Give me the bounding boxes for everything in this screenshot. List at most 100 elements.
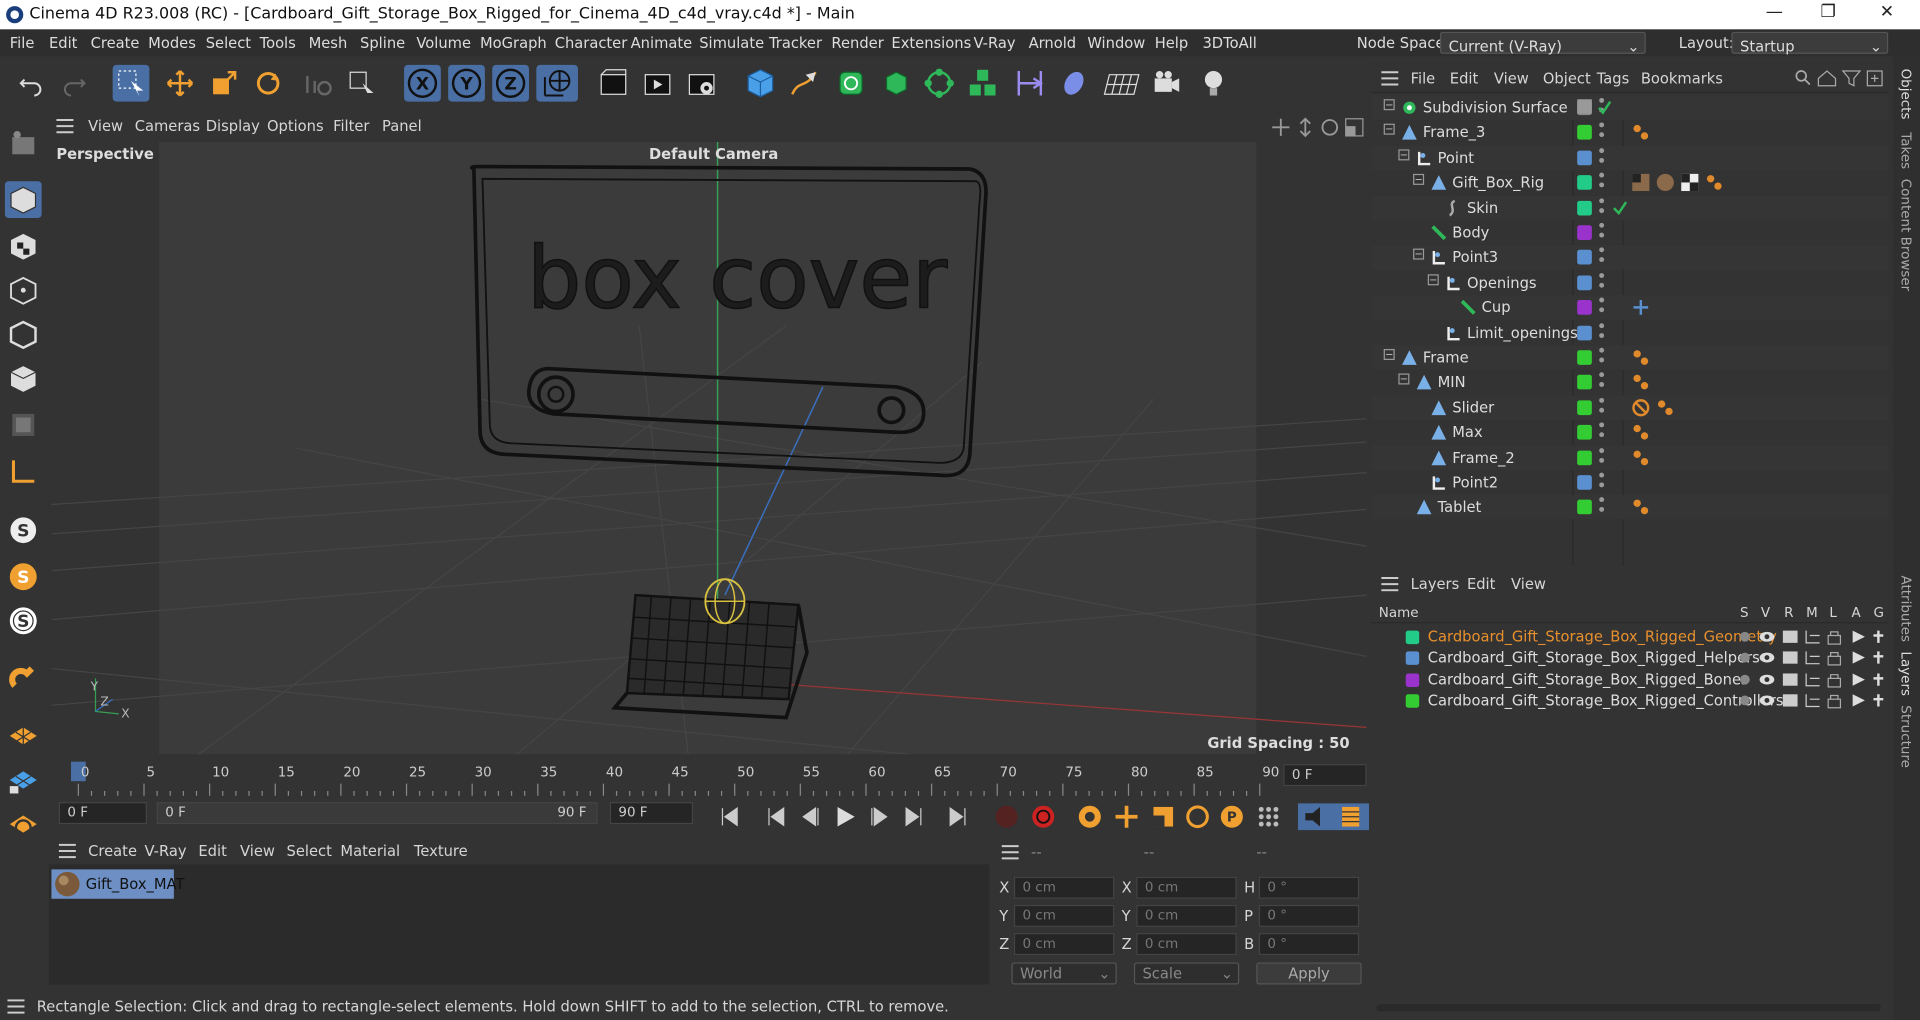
render-visibility-dot[interactable] [1599,407,1605,413]
cube-icon[interactable] [742,65,779,102]
snap-workplane-icon[interactable]: S [5,602,42,639]
layer-color-swatch[interactable] [1405,673,1420,687]
tab-structure[interactable]: Structure [1898,705,1914,768]
collapse-toggle-icon[interactable]: − [1398,373,1410,385]
layer-color-swatch[interactable] [1577,475,1592,490]
layer-color-swatch[interactable] [1577,200,1592,216]
menu-mesh[interactable]: Mesh [309,34,348,51]
render-visibility-dot[interactable] [1599,207,1605,213]
menu-animate[interactable]: Animate [631,34,693,51]
collapse-toggle-icon[interactable]: − [1383,124,1395,136]
end-frame-field[interactable]: 90 F [609,802,694,825]
layer-color-swatch[interactable] [1577,250,1592,265]
redo-icon[interactable] [56,65,93,102]
world-coordinates-icon[interactable] [536,64,578,102]
material-menu-view[interactable]: View [240,842,275,859]
render-visibility-dot[interactable] [1599,457,1605,463]
tab-content-browser[interactable]: Content Browser [1898,179,1914,291]
hamburger-icon[interactable] [7,999,25,1014]
object-row[interactable]: − Openings [1371,270,1888,294]
z-axis-icon[interactable]: Z [492,64,529,102]
layer-row[interactable]: Cardboard_Gift_Storage_Box_Rigged_Helper… [1371,648,1888,669]
constraint-tag-icon[interactable] [1631,423,1651,443]
editor-visibility-dot[interactable] [1599,347,1605,353]
constraint-tag-icon[interactable] [1656,398,1676,418]
object-menu-bookmarks[interactable]: Bookmarks [1641,70,1723,87]
menu-file[interactable]: File [10,34,35,51]
material-tag-icon[interactable] [1656,173,1676,193]
extrude-icon[interactable] [877,65,914,102]
ik-tag-icon[interactable] [1631,298,1651,318]
minimize-icon[interactable]: — [1761,2,1788,26]
tab-takes[interactable]: Takes [1898,132,1914,169]
scale-icon[interactable] [206,65,243,102]
material-menu-vray[interactable]: V-Ray [144,842,186,859]
collapse-toggle-icon[interactable]: − [1383,348,1395,361]
object-row[interactable]: − MIN [1371,370,1888,394]
texture-mode-icon[interactable] [5,228,42,265]
editor-visibility-dot[interactable] [1599,247,1605,253]
editor-visibility-dot[interactable] [1599,372,1605,378]
viewport-menu-display[interactable]: Display [206,118,260,135]
object-menu-tags[interactable]: Tags [1597,70,1630,87]
layer-toggles[interactable] [1736,671,1888,689]
menu-window[interactable]: Window [1087,34,1145,51]
collapse-toggle-icon[interactable]: − [1427,274,1439,286]
rotate-icon[interactable] [250,65,287,102]
material-menu-texture[interactable]: Texture [414,842,468,859]
hamburger-icon[interactable] [1001,845,1019,860]
menu-tools[interactable]: Tools [260,34,296,51]
layer-color-swatch[interactable] [1577,225,1592,241]
tab-layers[interactable]: Layers [1898,651,1914,696]
object-row[interactable]: Max [1371,420,1888,444]
material-menu-edit[interactable]: Edit [198,842,226,859]
editor-visibility-dot[interactable] [1599,472,1605,478]
collapse-toggle-icon[interactable]: − [1413,249,1425,261]
layer-toggles[interactable] [1736,649,1888,667]
size-z-field[interactable]: 0 cm [1136,933,1237,956]
menu-tracker[interactable]: Tracker [769,34,822,51]
constraint-tag-icon[interactable] [1631,123,1651,143]
object-row[interactable]: Frame_2 [1371,445,1889,470]
render-visibility-dot[interactable] [1599,232,1605,238]
menu-render[interactable]: Render [831,34,883,51]
live-selection-icon[interactable] [343,65,380,102]
layer-color-swatch[interactable] [1577,150,1592,166]
layer-color-swatch[interactable] [1577,275,1592,290]
material-menu-create[interactable]: Create [88,842,137,859]
zoom-view-icon[interactable] [1296,117,1316,138]
editor-visibility-dot[interactable] [1599,297,1605,303]
light-icon[interactable] [1195,65,1232,102]
rectangle-selection-icon[interactable] [112,64,150,102]
render-visibility-dot[interactable] [1599,132,1605,138]
rotation-h-field[interactable]: 0 ° [1258,876,1360,899]
viewport-menu-cameras[interactable]: Cameras [135,118,200,135]
menu-create[interactable]: Create [91,34,140,51]
undo-icon[interactable] [12,65,49,102]
editor-visibility-dot[interactable] [1599,172,1605,178]
layer-menu-layers[interactable]: Layers [1411,576,1460,593]
coord-system-select[interactable]: World ⌄ [1011,962,1117,985]
3d-viewport[interactable]: box cover Y Z X Perspective Default Came… [51,142,1367,755]
constraint-tag-icon[interactable] [1631,498,1651,518]
layer-color-swatch[interactable] [1577,125,1592,141]
object-menu-edit[interactable]: Edit [1450,70,1478,87]
object-row[interactable]: Cup [1371,295,1889,320]
menu-vray[interactable]: V-Ray [973,34,1015,51]
hamburger-icon[interactable] [58,843,76,859]
locked-workplane-icon[interactable] [5,762,42,799]
render-visibility-dot[interactable] [1599,357,1605,363]
model-mode-icon[interactable] [4,181,42,218]
enabled-check-icon[interactable] [1611,198,1628,215]
menu-volume[interactable]: Volume [416,34,471,51]
restore-icon[interactable]: ❐ [1815,2,1842,26]
menu-simulate[interactable]: Simulate [699,34,764,51]
render-view-icon[interactable] [595,65,632,102]
camera-icon[interactable] [1149,65,1186,102]
maximize-view-icon[interactable] [1345,118,1365,138]
viewport-menu-panel[interactable]: Panel [382,118,422,135]
layout-select[interactable]: Startup ⌄ [1731,31,1889,55]
render-visibility-dot[interactable] [1599,507,1605,513]
editor-visibility-dot[interactable] [1599,422,1605,428]
editor-visibility-dot[interactable] [1599,322,1605,328]
